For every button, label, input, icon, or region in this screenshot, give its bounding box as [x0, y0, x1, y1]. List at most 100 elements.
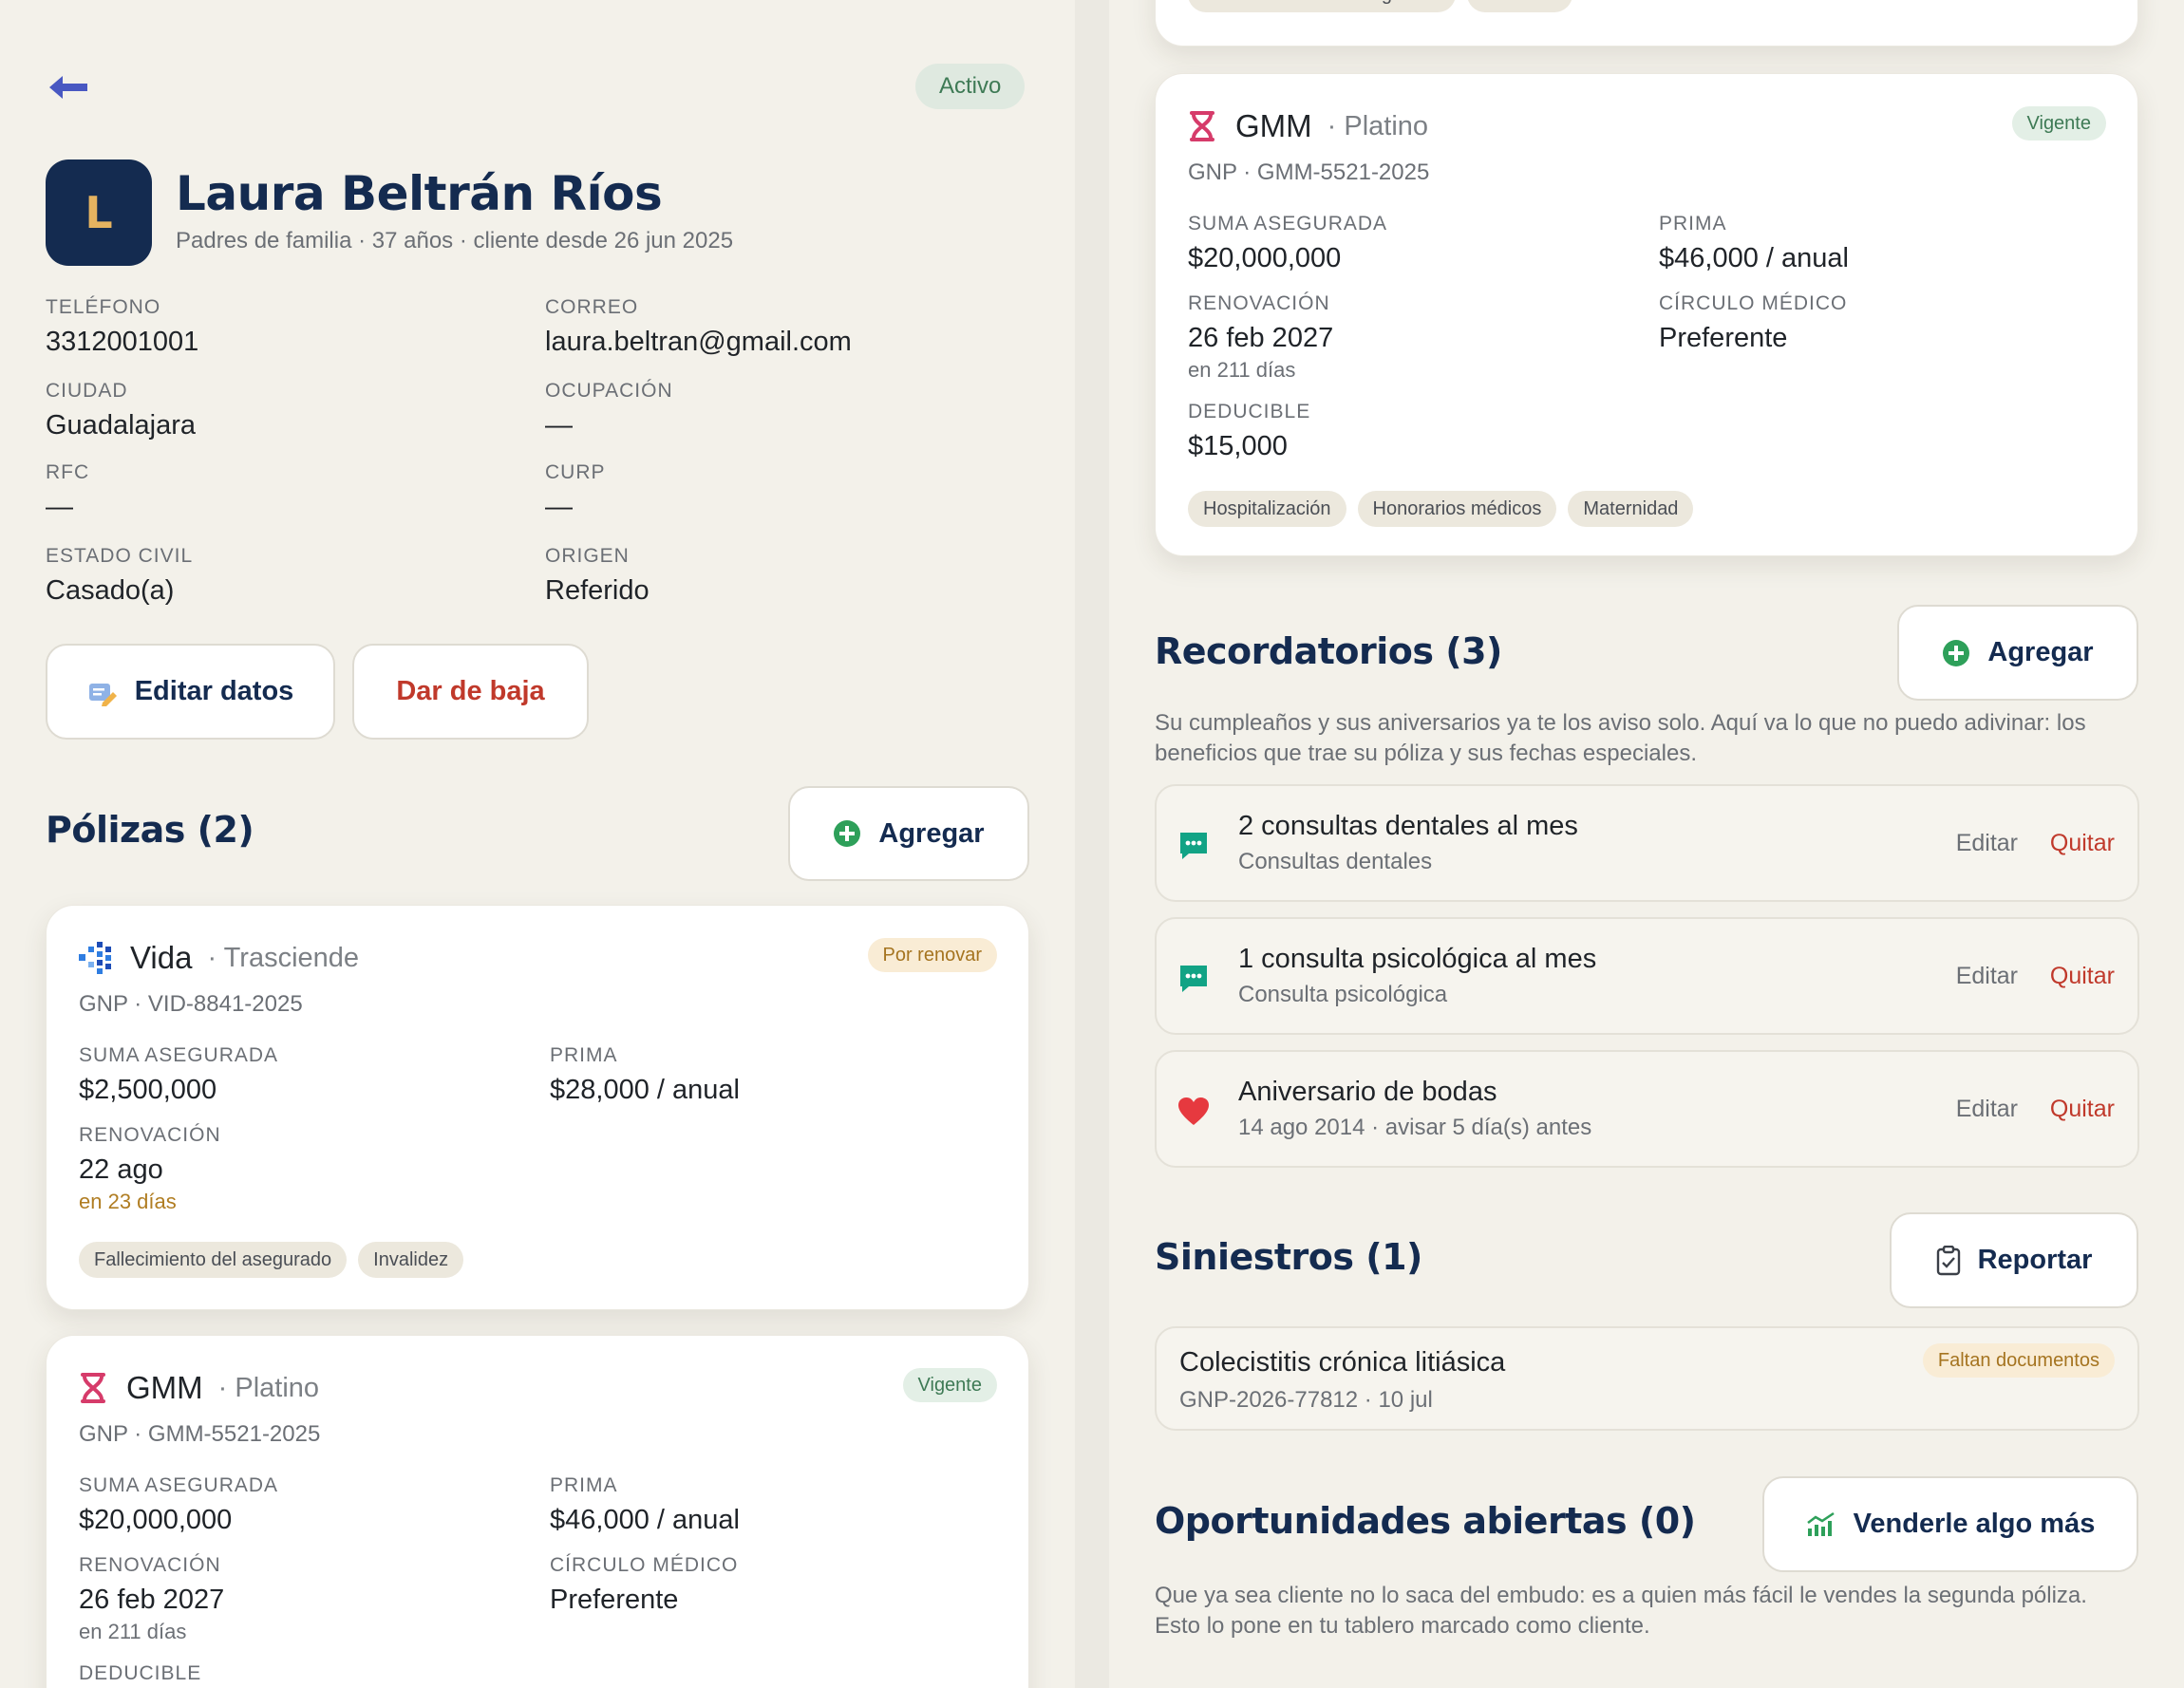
policy-name: GMM [1235, 108, 1312, 143]
field-label: ESTADO CIVIL [46, 545, 194, 567]
deactivate-client-button[interactable]: Dar de baja [352, 644, 589, 740]
dna-icon [1190, 111, 1214, 141]
deactivate-client-label: Dar de baja [396, 676, 545, 706]
reminder-title: 2 consultas dentales al mes [1238, 811, 1578, 841]
report-claim-button[interactable]: Reportar [1890, 1212, 2138, 1308]
policy-plan: · Trasciende [207, 942, 360, 973]
upsell-label: Venderle algo más [1853, 1509, 2096, 1539]
field-value: laura.beltran@gmail.com [545, 327, 852, 357]
field-deducible: DEDUCIBLE $15,000 [79, 1662, 201, 1688]
remove-reminder-button[interactable]: Quitar [2050, 963, 2115, 990]
remove-reminder-button[interactable]: Quitar [2050, 1096, 2115, 1123]
report-claim-label: Reportar [1977, 1245, 2093, 1275]
edit-reminder-button[interactable]: Editar [1956, 963, 2018, 990]
claim-item[interactable]: Colecistitis crónica litiásica GNP-2026-… [1155, 1326, 2139, 1431]
field-value: — [545, 410, 573, 441]
field-correo: CORREO laura.beltran@gmail.com [545, 296, 852, 358]
field-estado-civil: ESTADO CIVIL Casado(a) [46, 545, 193, 607]
dna-icon [81, 1373, 105, 1403]
coverage-tag: Fallecimiento del asegurado [1188, 0, 1457, 12]
field-label: CURP [545, 461, 606, 483]
field-renovacion: RENOVACIÓN 22 ago en 23 días [79, 1124, 221, 1214]
field-label: RFC [46, 461, 90, 483]
field-value: Referido [545, 575, 650, 606]
field-label: OCUPACIÓN [545, 380, 673, 402]
field-label: SUMA ASEGURADA [79, 1474, 279, 1496]
claim-title: Colecistitis crónica litiásica [1179, 1347, 1506, 1378]
field-prima: PRIMA $46,000 / anual [550, 1474, 740, 1536]
field-label: CÍRCULO MÉDICO [1659, 292, 1848, 314]
policy-name: GMM [126, 1370, 203, 1405]
field-value: 26 feb 2027 [1188, 323, 1334, 353]
chat-icon [1180, 966, 1207, 992]
field-value: $20,000,000 [1188, 243, 1342, 273]
add-reminder-button[interactable]: Agregar [1897, 605, 2138, 701]
coverage-tag: Invalidez [1467, 0, 1573, 12]
field-label: CÍRCULO MÉDICO [550, 1554, 739, 1576]
field-origen: ORIGEN Referido [545, 545, 650, 607]
policy-heading: GMM · Platino [79, 1370, 319, 1406]
edit-reminder-button[interactable]: Editar [1956, 830, 2018, 857]
reminder-item[interactable]: Aniversario de bodas 14 ago 2014 · avisa… [1155, 1050, 2139, 1168]
claim-subtitle: GNP-2026-77812 · 10 jul [1179, 1387, 1433, 1413]
reminder-subtitle: 14 ago 2014 · avisar 5 día(s) antes [1238, 1115, 1592, 1140]
field-value: $28,000 / anual [550, 1075, 740, 1105]
reminder-subtitle: Consulta psicológica [1238, 982, 1448, 1007]
policy-card-gmm[interactable]: GMM · Platino Vigente GNP · GMM-5521-202… [1155, 73, 2138, 556]
reminder-item[interactable]: 1 consulta psicológica al mes Consulta p… [1155, 917, 2139, 1035]
coverage-tag: Honorarios médicos [1357, 491, 1557, 527]
field-label: CORREO [545, 296, 639, 318]
policy-heading: Vida · Trasciende [79, 940, 359, 976]
field-label: RENOVACIÓN [79, 1554, 221, 1576]
plus-circle-icon [834, 820, 861, 847]
field-value: 26 feb 2027 [79, 1585, 225, 1615]
life-dots-icon [79, 942, 111, 974]
recordatorios-description: Su cumpleaños y sus aniversarios ya te l… [1155, 710, 2086, 766]
policy-card-gmm[interactable]: GMM · Platino Vigente GNP · GMM-5521-202… [46, 1335, 1029, 1688]
reminder-title: 1 consulta psicológica al mes [1238, 944, 1597, 974]
client-name: Laura Beltrán Ríos [176, 166, 663, 221]
policy-card-vida[interactable]: Vida · Trasciende Por renovar GNP · VID-… [46, 905, 1029, 1310]
client-subtitle: Padres de familia · 37 años · cliente de… [176, 228, 734, 253]
oportunidades-title: Oportunidades abiertas (0) [1155, 1500, 1696, 1542]
polizas-title: Pólizas (2) [46, 809, 254, 851]
field-circulo: CÍRCULO MÉDICO Preferente [550, 1554, 738, 1616]
coverage-tag: Invalidez [358, 1242, 464, 1278]
field-telefono: TELÉFONO 3312001001 [46, 296, 198, 358]
field-label: RENOVACIÓN [1188, 292, 1330, 314]
edit-client-button[interactable]: Editar datos [46, 644, 335, 740]
field-value: Guadalajara [46, 410, 196, 441]
field-label: RENOVACIÓN [79, 1124, 221, 1146]
field-value: Preferente [1659, 323, 1788, 353]
edit-doc-icon [88, 683, 117, 706]
policy-name: Vida [130, 940, 193, 975]
policy-plan: · Platino [217, 1372, 320, 1403]
field-suma: SUMA ASEGURADA $20,000,000 [79, 1474, 278, 1536]
edit-reminder-button[interactable]: Editar [1956, 1096, 2018, 1123]
reminder-item[interactable]: 2 consultas dentales al mes Consultas de… [1155, 784, 2139, 902]
chat-icon [1180, 833, 1207, 859]
field-label: SUMA ASEGURADA [1188, 213, 1388, 234]
coverage-tag: Maternidad [1568, 491, 1694, 527]
client-detail-pane-scrolled: Fallecimiento del asegurado Invalidez GM… [1109, 0, 2184, 1688]
field-deducible: DEDUCIBLE $15,000 [1188, 401, 1310, 462]
renewal-note: en 211 días [1188, 358, 1296, 382]
remove-reminder-button[interactable]: Quitar [2050, 830, 2115, 857]
field-label: DEDUCIBLE [79, 1662, 202, 1684]
arrow-left-icon[interactable] [46, 68, 93, 106]
clipboard-icon [1936, 1245, 1960, 1275]
policy-card-vida[interactable]: Fallecimiento del asegurado Invalidez [1155, 0, 2138, 47]
coverage-tags: Fallecimiento del asegurado Invalidez [79, 1242, 464, 1278]
field-label: TELÉFONO [46, 296, 161, 318]
field-renovacion: RENOVACIÓN 26 feb 2027 en 211 días [79, 1554, 224, 1644]
field-ciudad: CIUDAD Guadalajara [46, 380, 196, 441]
coverage-tags: Fallecimiento del asegurado Invalidez [1188, 0, 1573, 12]
field-suma: SUMA ASEGURADA $2,500,000 [79, 1044, 278, 1106]
status-badge: Vigente [902, 1368, 997, 1402]
upsell-button[interactable]: Venderle algo más [1762, 1476, 2138, 1572]
oportunidades-description: Que ya sea cliente no lo saca del embudo… [1155, 1583, 2087, 1639]
status-badge: Activo [915, 64, 1026, 109]
field-label: DEDUCIBLE [1188, 401, 1311, 422]
add-policy-button[interactable]: Agregar [788, 786, 1029, 881]
chart-up-icon [1806, 1511, 1835, 1536]
